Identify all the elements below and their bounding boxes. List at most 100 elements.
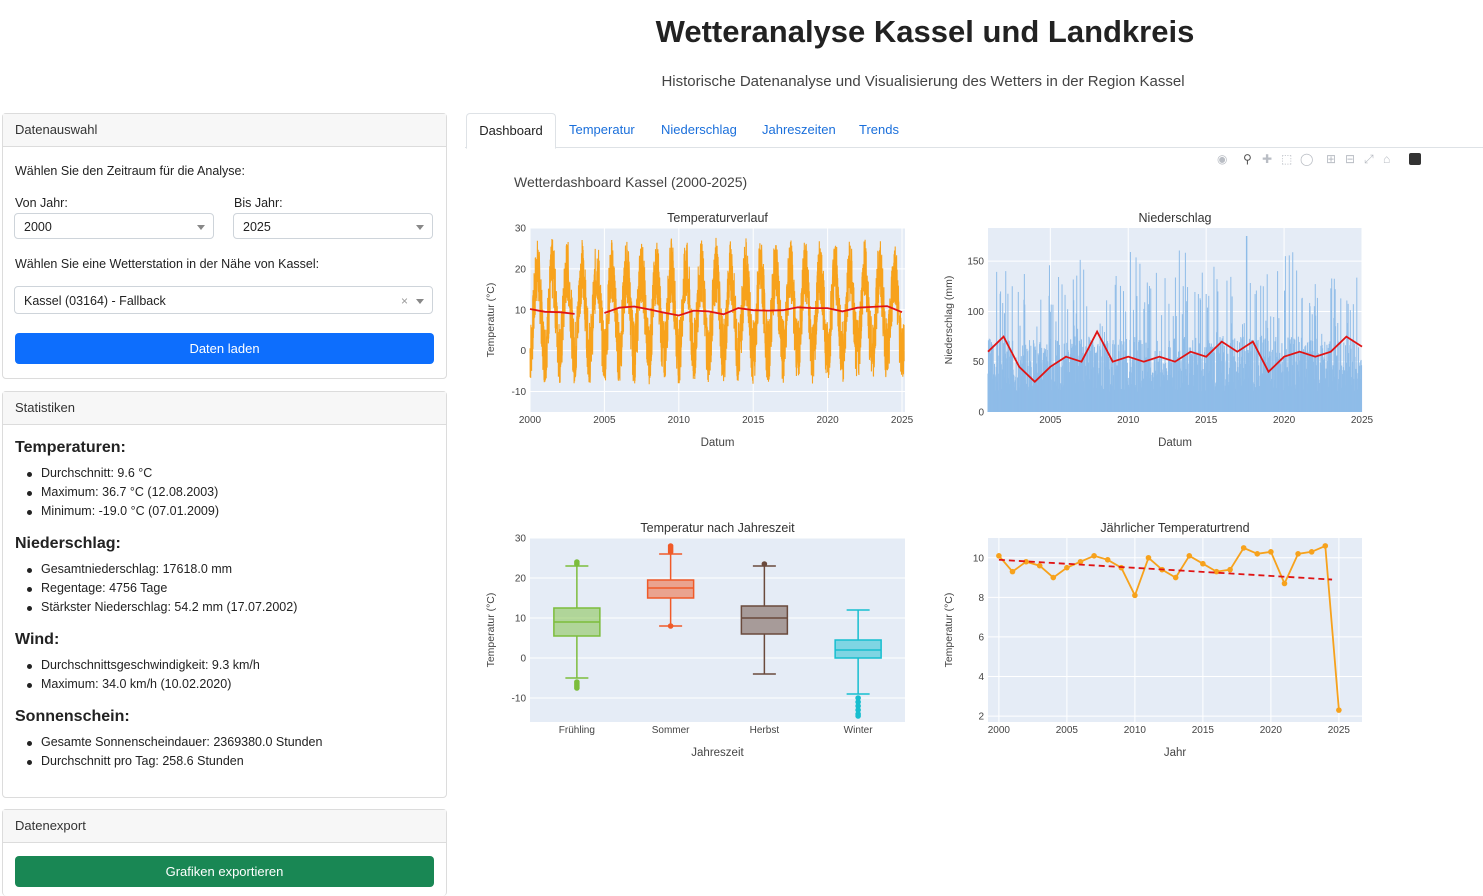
annual-temperature-point [1118, 564, 1125, 571]
y-axis-label: Temperatur (°C) [485, 593, 497, 668]
y-tick-label: 2 [978, 712, 984, 723]
box-outlier [855, 703, 861, 709]
box-iqr [553, 607, 601, 637]
x-tick-label: 2025 [891, 415, 914, 426]
pan-icon[interactable]: ✚ [1262, 152, 1272, 166]
annual-trend-chart: 2 4 6 8 10 2000 2005 2010 2015 2020 2025 Jährlicher… [943, 521, 1362, 759]
y-tick-label: -10 [512, 694, 527, 705]
x-axis-label: Datum [701, 437, 735, 449]
rolling-mean-line [987, 329, 1363, 384]
plotly-logo-icon[interactable] [1409, 153, 1421, 165]
y-tick-label: 30 [515, 224, 527, 235]
from-year-select[interactable]: 2000 [14, 213, 214, 239]
statistics-card: Statistiken Temperaturen: Durchschnitt: … [2, 391, 447, 798]
stat-item: Durchschnittsgeschwindigkeit: 9.3 km/h [27, 658, 260, 672]
box-outlier [855, 699, 861, 705]
tab-trends[interactable]: Trends [859, 113, 899, 147]
stat-item: Maximum: 36.7 °C (12.08.2003) [26, 485, 219, 499]
load-data-button[interactable]: Daten laden [15, 333, 434, 364]
y-tick-label: 10 [973, 553, 985, 564]
export-charts-button[interactable]: Grafiken exportieren [15, 856, 434, 887]
annual-temperature-point [1240, 545, 1247, 551]
station-select[interactable]: Kassel (03164) - Fallback × [14, 286, 433, 314]
x-tick-label: 2010 [1124, 725, 1147, 736]
y-tick-label: 8 [978, 593, 984, 604]
stat-item: Maximum: 34.0 km/h (10.02.2020) [26, 677, 232, 691]
page-subtitle: Historische Datenanalyse und Visualisier… [661, 73, 1185, 90]
zoom-icon[interactable]: ⚲ [1243, 152, 1252, 166]
to-year-value: 2025 [243, 220, 271, 234]
y-tick-label: -10 [512, 387, 527, 398]
stat-item: Minimum: -19.0 °C (07.01.2009) [27, 504, 219, 518]
export-header: Datenexport [3, 810, 446, 843]
box-outlier [667, 623, 674, 629]
box-outlier [574, 561, 580, 567]
annual-temperature-point [1186, 553, 1193, 559]
data-selection-card: Datenauswahl Wählen Sie den Zeitraum für… [2, 113, 447, 379]
precipitation-chart: 0 50 100 150 2005 2010 2015 2020 2025 Niederschla… [943, 211, 1374, 449]
x-tick-label: 2010 [668, 415, 691, 426]
annual-temperature-point [1336, 707, 1342, 713]
lasso-icon[interactable]: ◯ [1300, 152, 1313, 166]
x-tick-label: 2000 [519, 415, 542, 426]
x-tick-label: 2025 [1351, 415, 1374, 426]
chevron-down-icon [416, 225, 424, 230]
box-outlier [574, 683, 580, 689]
plot-area [988, 538, 1362, 722]
x-tick-label: 2015 [742, 415, 765, 426]
x-axis-label: Jahr [1164, 747, 1187, 759]
box-outlier [855, 713, 861, 719]
box-iqr [834, 639, 882, 659]
stat-heading-precipitation: Niederschlag: [15, 535, 121, 552]
from-year-value: 2000 [24, 220, 52, 234]
y-tick-label: 100 [967, 307, 984, 318]
annual-temperature-point [1036, 562, 1043, 569]
tab-dashboard[interactable]: Dashboard [466, 113, 556, 149]
clear-icon[interactable]: × [401, 287, 408, 315]
stat-item: Durchschnitt pro Tag: 258.6 Stunden [27, 754, 244, 768]
box-outlier [855, 695, 861, 701]
chart-title: Temperaturverlauf [667, 211, 768, 225]
stat-item: Gesamte Sonnenscheindauer: 2369380.0 Stu… [26, 735, 323, 749]
export-card: Datenexport Grafiken exportieren [2, 809, 447, 896]
chart-title: Jährlicher Temperaturtrend [1100, 521, 1249, 535]
x-tick-label: 2025 [1328, 725, 1351, 736]
tab-jahreszeiten[interactable]: Jahreszeiten [762, 113, 836, 147]
annual-temperature-point [1023, 558, 1029, 565]
stat-item: Durchschnitt: 9.6 °C [26, 466, 153, 480]
annual-temperature-line [998, 544, 1340, 711]
autoscale-icon[interactable]: ⤢ [1364, 152, 1374, 167]
zoom-out-icon[interactable]: ⊟ [1345, 152, 1355, 166]
tab-niederschlag[interactable]: Niederschlag [661, 113, 737, 147]
y-tick-label: 10 [515, 614, 527, 625]
box-select-icon[interactable]: ⬚ [1281, 152, 1292, 166]
y-tick-label: 50 [973, 357, 985, 368]
camera-icon[interactable]: ◉ [1217, 152, 1227, 166]
trend-line [998, 558, 1333, 581]
annual-temperature-point [1268, 549, 1274, 555]
y-axis-label: Niederschlag (mm) [943, 276, 955, 365]
annual-temperature-point [1200, 560, 1206, 567]
y-axis-label: Temperatur (°C) [485, 283, 497, 358]
annual-temperature-point [1009, 568, 1016, 575]
zoom-in-icon[interactable]: ⊞ [1326, 152, 1336, 166]
box-outlier [574, 679, 580, 685]
home-icon[interactable]: ⌂ [1383, 152, 1390, 166]
x-tick-label: 2020 [816, 415, 839, 426]
y-tick-label: 10 [515, 305, 527, 316]
tab-temperatur[interactable]: Temperatur [569, 113, 635, 147]
x-tick-label: 2020 [1260, 725, 1283, 736]
box-outlier [574, 681, 580, 687]
station-value: Kassel (03164) - Fallback [24, 294, 166, 308]
y-tick-label: 20 [515, 574, 527, 585]
annual-temperature-point [1145, 554, 1152, 561]
annual-temperature-point [1295, 551, 1301, 557]
y-tick-label: 6 [978, 632, 984, 643]
y-tick-label: 0 [520, 346, 526, 357]
stat-heading-temperature: Temperaturen: [15, 439, 126, 456]
x-tick-label: 2005 [1039, 415, 1062, 426]
to-year-select[interactable]: 2025 [233, 213, 433, 239]
stat-heading-wind: Wind: [15, 631, 60, 648]
chart-title: Niederschlag [1139, 211, 1212, 225]
annual-temperature-point [1308, 549, 1315, 555]
